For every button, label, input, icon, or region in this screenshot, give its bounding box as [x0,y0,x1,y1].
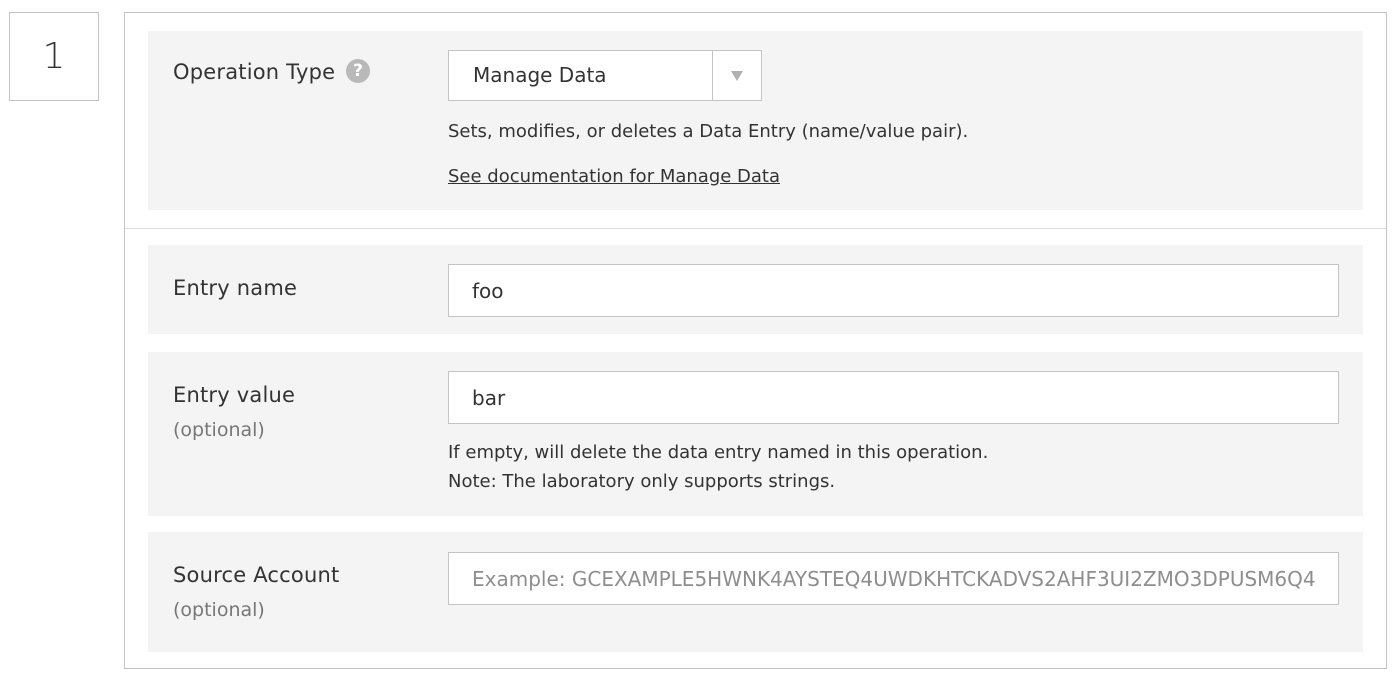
entry-value-row: Entry value (optional) If empty, will de… [148,352,1363,516]
operation-type-description: Sets, modifies, or deletes a Data Entry … [448,121,969,142]
operation-panel: Operation Type ? Manage Data Sets, modif… [124,12,1387,669]
operation-number: 1 [42,36,66,77]
question-circle-icon[interactable]: ? [346,59,371,83]
documentation-link[interactable]: See documentation for Manage Data [448,166,780,187]
manage-data-operation: 1 Operation Type ? Manage Data Sets, mod… [0,0,1400,683]
source-account-label: Source Account [173,563,340,587]
entry-name-label: Entry name [173,276,298,300]
operation-type-selected-value: Manage Data [473,63,607,87]
entry-value-input[interactable] [448,371,1339,424]
operation-type-row: Operation Type ? Manage Data Sets, modif… [148,31,1363,210]
entry-value-optional-label: (optional) [173,419,265,441]
caret-down-icon[interactable] [713,51,761,100]
source-account-input[interactable] [448,552,1339,605]
operation-type-select[interactable]: Manage Data [448,50,762,101]
entry-value-help-line-2: Note: The laboratory only supports strin… [448,471,836,492]
entry-name-input[interactable] [448,264,1339,317]
operation-type-label-group: Operation Type ? [173,59,371,85]
entry-value-help-line-1: If empty, will delete the data entry nam… [448,442,989,463]
source-account-row: Source Account (optional) [148,532,1363,652]
source-account-optional-label: (optional) [173,599,265,621]
section-divider [125,228,1386,229]
entry-value-label: Entry value [173,383,296,407]
entry-name-row: Entry name [148,245,1363,334]
operation-number-badge: 1 [9,12,99,101]
operation-type-label: Operation Type [173,60,336,84]
